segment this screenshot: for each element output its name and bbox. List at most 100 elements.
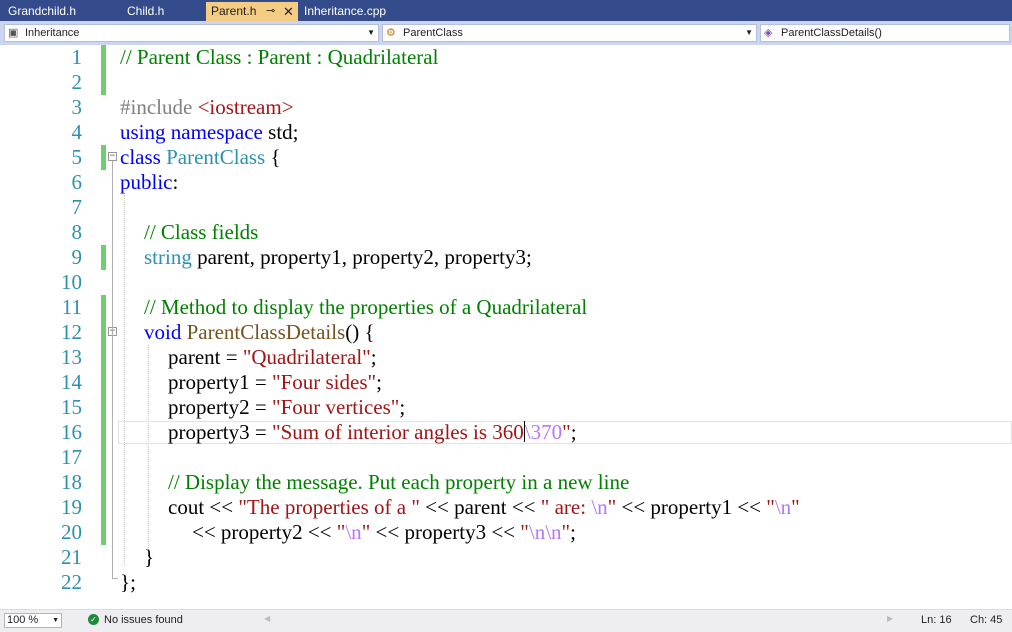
editor-status-bar: 100 % ▼ ✓ No issues found ◀ ▶ Ln: 16 Ch:… xyxy=(0,609,1012,632)
close-icon[interactable]: ✕ xyxy=(283,2,294,21)
code-text: ; xyxy=(370,345,377,369)
tab-label: Parent.h xyxy=(211,4,257,18)
string-literal: "Four vertices" xyxy=(272,395,400,419)
line-number: 9 xyxy=(71,245,83,269)
code-editor[interactable]: 12345678910111213141516171819202122 − − … xyxy=(0,45,1012,609)
code-text: } xyxy=(144,545,155,569)
project-dropdown-value: Inheritance xyxy=(25,27,80,39)
code-text: () { xyxy=(345,320,375,344)
line-number: 19 xyxy=(61,495,82,519)
line-number: 13 xyxy=(61,345,82,369)
zoom-value: 100 % xyxy=(7,614,39,626)
escape-sequence: \n xyxy=(345,520,362,544)
line-number: 17 xyxy=(61,445,82,469)
member-dropdown[interactable]: ◈ ParentClassDetails() xyxy=(760,24,1010,42)
string-literal: " xyxy=(361,520,371,544)
code-line-14: property1 = "Four sides"; xyxy=(168,370,382,395)
class-dropdown[interactable]: ⚙ ParentClass ▼ xyxy=(382,24,757,42)
line-number: 11 xyxy=(61,295,82,319)
line-indicator: Ln: 16 xyxy=(921,614,952,626)
code-line-18: // Display the message. Put each propert… xyxy=(168,470,629,495)
zoom-dropdown[interactable]: 100 % ▼ xyxy=(4,613,62,628)
change-marker xyxy=(101,245,106,270)
collapse-icon[interactable]: − xyxy=(108,152,117,161)
string-literal: " xyxy=(562,420,571,444)
code-line-11: // Method to display the properties of a… xyxy=(144,295,587,320)
outline-line-end xyxy=(112,578,118,579)
include-header: <iostream> xyxy=(197,95,294,119)
code-text: << parent << xyxy=(419,495,541,519)
tab-child-h[interactable]: Child.h xyxy=(119,2,206,21)
code-line-15: property2 = "Four vertices"; xyxy=(168,395,405,420)
code-line-21: } xyxy=(144,545,154,570)
keyword: void xyxy=(144,320,182,344)
keyword: using xyxy=(120,120,166,144)
project-dropdown[interactable]: ▣ Inheritance ▼ xyxy=(4,24,379,42)
line-number: 2 xyxy=(71,70,83,94)
pin-icon[interactable]: ⊸ xyxy=(266,2,275,21)
comment: // Class fields xyxy=(144,220,259,244)
outline-line xyxy=(112,161,113,579)
code-text: ; xyxy=(570,420,577,444)
line-number: 8 xyxy=(71,220,83,244)
code-text: property2 = xyxy=(168,395,272,419)
comment: // Display the message. Put each propert… xyxy=(168,470,630,494)
line-number: 10 xyxy=(61,270,82,294)
indent-guide xyxy=(148,345,149,550)
code-text: : xyxy=(172,170,179,194)
code-text: ; xyxy=(399,395,406,419)
code-text: ; xyxy=(570,520,576,544)
code-text: << property1 << xyxy=(616,495,767,519)
line-number: 18 xyxy=(61,470,82,494)
chevron-down-icon: ▼ xyxy=(52,617,59,624)
code-line-16: property3 = "Sum of interior angles is 3… xyxy=(168,420,577,445)
code-line-3: #include <iostream> xyxy=(120,95,294,120)
scroll-left-icon[interactable]: ◀ xyxy=(264,614,270,623)
project-icon: ▣ xyxy=(8,27,19,39)
column-indicator: Ch: 45 xyxy=(970,614,1003,626)
line-number: 21 xyxy=(61,545,82,569)
escape-sequence: \n\n xyxy=(528,520,562,544)
code-text: property1 = xyxy=(168,370,272,394)
escape-sequence: \370 xyxy=(524,420,563,444)
line-number: 16 xyxy=(61,420,82,444)
type-name: string xyxy=(144,245,192,269)
comment: // Parent Class : Parent : Quadrilateral xyxy=(120,45,439,69)
string-literal: "Quadrilateral" xyxy=(242,345,371,369)
tab-grandchild-h[interactable]: Grandchild.h xyxy=(0,2,119,21)
class-icon: ⚙ xyxy=(386,27,396,39)
tab-inheritance-cpp[interactable]: Inheritance.cpp xyxy=(298,2,429,21)
code-line-8: // Class fields xyxy=(144,220,258,245)
line-number: 22 xyxy=(61,570,82,594)
indent-guide xyxy=(124,195,125,565)
scroll-right-icon[interactable]: ▶ xyxy=(887,614,893,623)
keyword: class xyxy=(120,145,161,169)
tab-label: Inheritance.cpp xyxy=(304,4,387,18)
code-text: std; xyxy=(262,120,299,144)
line-number: 3 xyxy=(71,95,83,119)
tab-label: Grandchild.h xyxy=(8,4,77,18)
code-line-1: // Parent Class : Parent : Quadrilateral xyxy=(120,45,438,70)
issues-status[interactable]: No issues found xyxy=(104,614,183,626)
string-literal: " xyxy=(607,495,617,519)
string-literal: " xyxy=(791,495,800,519)
line-number: 7 xyxy=(71,195,83,219)
escape-sequence: \n xyxy=(774,495,792,519)
tab-parent-h[interactable]: Parent.h ⊸ ✕ xyxy=(206,2,298,21)
class-name: ParentClass xyxy=(166,145,266,169)
code-text: property3 = xyxy=(168,420,272,444)
code-line-9: string parent, property1, property2, pro… xyxy=(144,245,532,270)
code-text: parent, property1, property2, property3; xyxy=(191,245,532,269)
line-number: 20 xyxy=(61,520,82,544)
string-literal: " xyxy=(766,495,775,519)
keyword: public xyxy=(120,170,173,194)
code-line-20: << property2 << "\n" << property3 << "\n… xyxy=(192,520,576,545)
navigation-bar: ▣ Inheritance ▼ ⚙ ParentClass ▼ ◈ Parent… xyxy=(0,21,1012,45)
document-tab-strip: Grandchild.h Child.h Parent.h ⊸ ✕ Inheri… xyxy=(0,0,1012,21)
code-text: { xyxy=(265,145,281,169)
change-marker xyxy=(101,45,106,95)
code-line-19: cout << "The properties of a " << parent… xyxy=(168,495,800,520)
line-number: 1 xyxy=(71,45,83,69)
line-number-margin: 1 2 3 4 5 6 7 8 9 10 11 12 13 14 15 16 17 18 19 20 21 22 xyxy=(0,45,82,609)
line-number: 6 xyxy=(71,170,83,194)
